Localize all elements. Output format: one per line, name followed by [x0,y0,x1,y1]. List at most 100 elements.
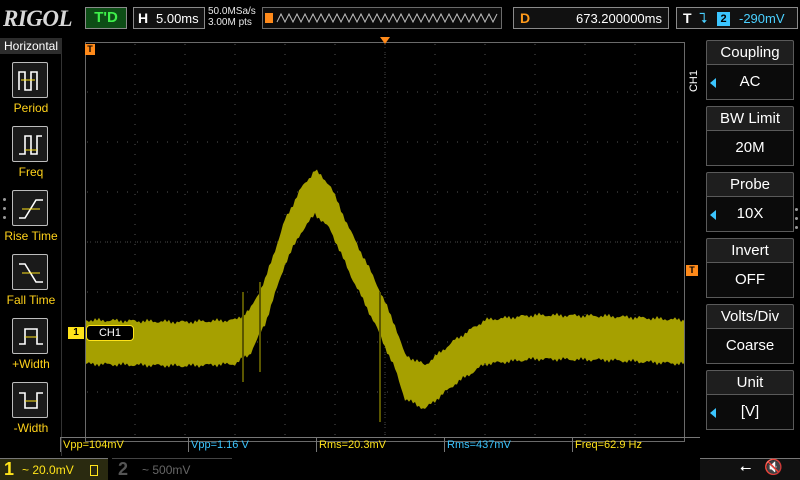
grid-dot [177,241,178,243]
grid-dot [277,341,278,343]
grid-dot [534,374,536,375]
invert-softkey[interactable]: Invert OFF [706,238,794,300]
grid-dot [284,354,286,355]
memory-waveform-overview[interactable] [262,7,502,29]
grid-dot [634,64,636,65]
horizontal-timebase[interactable]: H 5.00ms [133,7,205,29]
grid-dot [384,44,386,45]
grid-dot [157,91,158,93]
measure-fall-time-button[interactable]: Fall Time [0,250,62,312]
grid-dot [584,144,586,145]
grid-dot [384,274,386,275]
grid-dot [184,264,186,265]
grid-dot [547,141,548,143]
grid-dot [634,394,636,395]
grid-dot [397,391,398,393]
grid-dot [484,134,486,135]
grid-dot [337,141,338,143]
grid-dot [417,91,418,93]
waveform-display[interactable] [85,42,685,442]
grid-dot [227,291,228,293]
measure-negative-width-button[interactable]: -Width [0,378,62,440]
grid-dot [297,291,298,293]
grid-dot [247,191,248,193]
trigger-position-marker[interactable] [380,37,390,44]
grid-dot [284,164,286,165]
measure-rise-time-button[interactable]: Rise Time [0,186,62,248]
ch1-status[interactable]: 1 ~ 20.0mV [0,458,108,480]
grid-dot [284,404,286,405]
grid-dot [434,284,436,285]
grid-dot [277,91,278,93]
delay-readout[interactable]: D 673.200000ms [513,7,669,29]
memory-overview-graphic [265,12,498,24]
run-status-badge[interactable]: T'D [85,7,127,29]
grid-dot [234,114,236,115]
grid-dot [184,224,186,225]
ch1-offset-marker[interactable]: 1 [68,327,84,339]
grid-dot [384,224,386,225]
grid-dot [287,191,288,193]
grid-dot [284,434,286,435]
grid-dot [134,154,136,155]
grid-dot [534,134,536,135]
grid-dot [384,114,386,115]
grid-dot [307,391,308,393]
grid-dot [567,141,568,143]
grid-dot [134,294,136,295]
grid-dot [627,191,628,193]
grid-dot [334,74,336,75]
grid-dot [647,141,648,143]
ch1-waveform-trace [85,169,685,409]
grid-dot [647,391,648,393]
grid-dot [187,291,188,293]
grid-dot [134,124,136,125]
grid-dot [337,341,338,343]
grid-dot [434,234,436,235]
grid-dot [337,291,338,293]
speaker-muted-icon[interactable]: 🔇 [764,458,783,476]
grid-dot [384,254,386,255]
grid-dot [534,114,536,115]
ch2-status[interactable]: 2 ~ 500mV [112,458,232,480]
trigger-level-marker[interactable]: T [686,265,698,276]
grid-dot [184,424,186,425]
grid-dot [584,154,586,155]
grid-dot [584,84,586,85]
measure-period-button[interactable]: Period [0,58,62,120]
grid-dot [417,191,418,193]
grid-dot [357,191,358,193]
grid-dot [597,391,598,393]
trigger-readout[interactable]: T ⮧ 2 -290mV [676,7,798,29]
measure-frequency-button[interactable]: Freq [0,122,62,184]
grid-dot [234,274,236,275]
volts-div-softkey[interactable]: Volts/Div Coarse [706,304,794,366]
grid-dot [657,91,658,93]
grid-dot [134,424,136,425]
unit-softkey[interactable]: Unit [V] [706,370,794,432]
grid-dot [234,254,236,255]
bw-limit-softkey[interactable]: BW Limit 20M [706,106,794,168]
coupling-softkey[interactable]: Coupling AC [706,40,794,102]
grid-dot [484,404,486,405]
grid-dot [534,154,536,155]
grid-dot [587,291,588,293]
grid-dot [267,341,268,343]
grid-dot [434,244,436,245]
usb-icon: ⭠ [740,459,752,475]
grid-dot [584,414,586,415]
grid-dot [657,391,658,393]
grid-dot [677,91,678,93]
trigger-level: -290mV [739,11,785,26]
grid-dot [634,144,636,145]
grid-dot [534,194,536,195]
grid-dot [527,141,528,143]
probe-softkey[interactable]: Probe 10X [706,172,794,234]
grid-dot [347,391,348,393]
grid-dot [534,244,536,245]
grid-dot [434,254,436,255]
measure-positive-width-button[interactable]: +Width [0,314,62,376]
top-status-bar: RIGOL T'D H 5.00ms 50.0MSa/s 3.00M pts D… [0,0,800,38]
grid-dot [197,391,198,393]
grid-dot [547,91,548,93]
